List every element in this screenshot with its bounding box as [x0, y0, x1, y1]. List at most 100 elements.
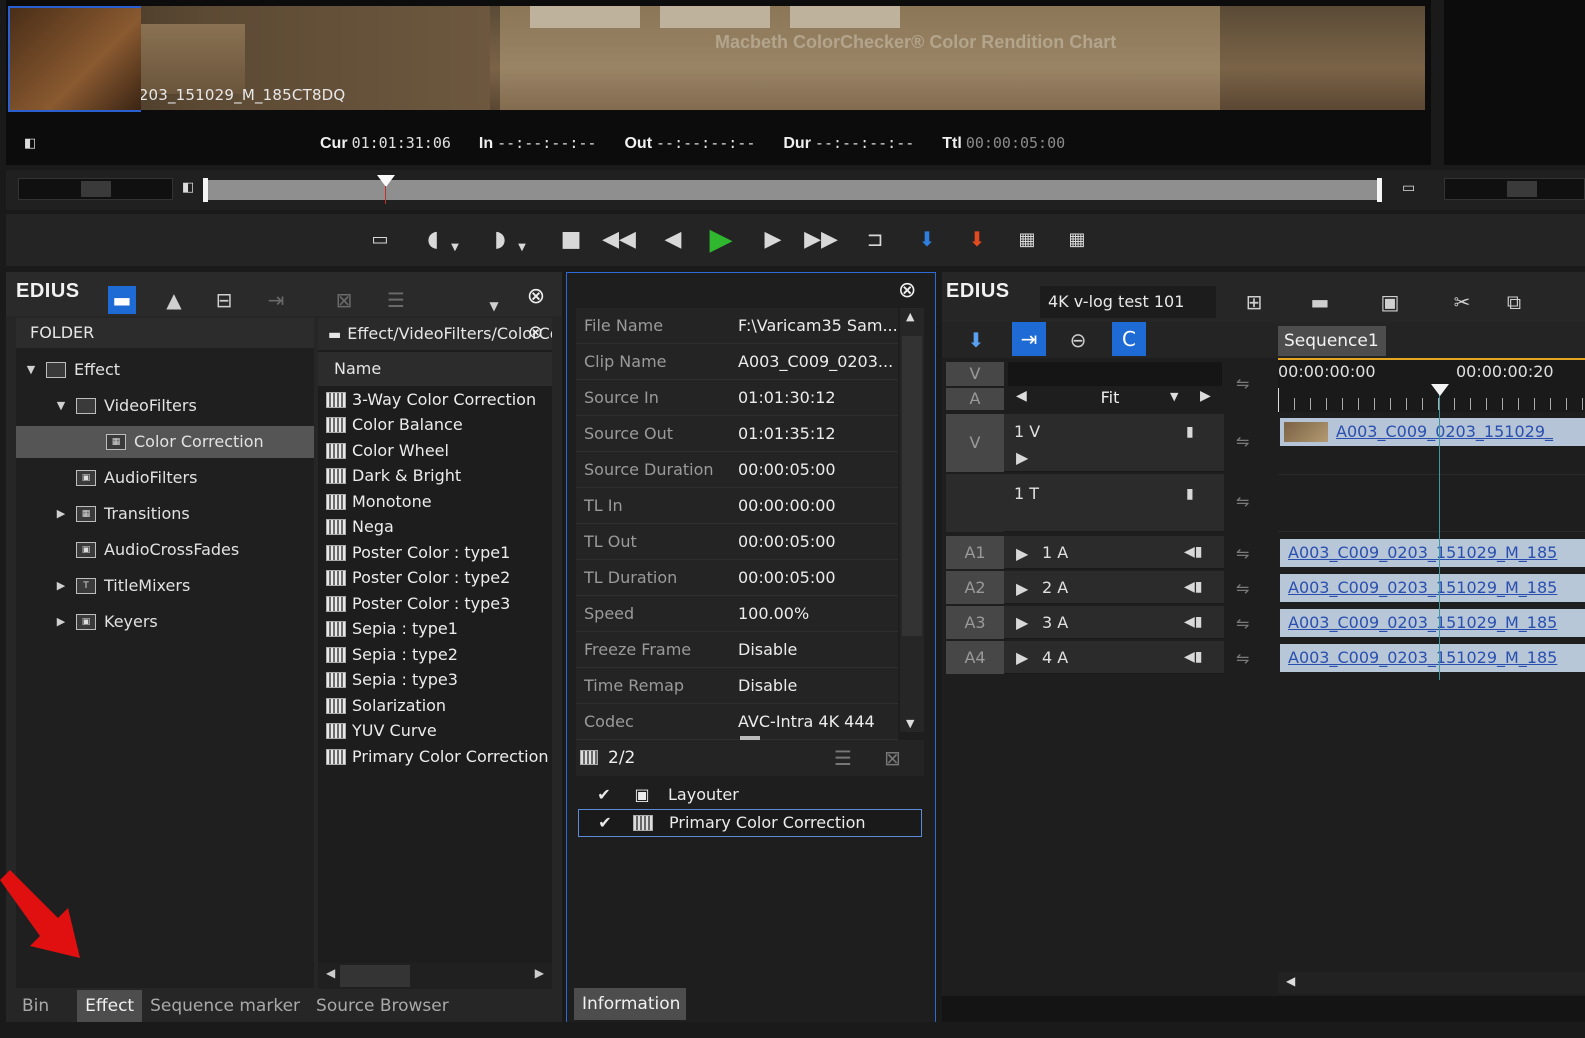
vertical-scrollbar[interactable]: ▲ ▼ — [900, 308, 924, 732]
list-view-icon[interactable]: ☰ — [382, 286, 410, 314]
expand-icon[interactable]: ▶ — [1016, 448, 1028, 467]
zoom-select[interactable]: Fit — [1040, 386, 1180, 410]
effect-item[interactable]: Poster Color : type2 — [326, 565, 510, 590]
speaker-icon[interactable]: ◀▮ — [1184, 579, 1202, 595]
loop-button[interactable]: ⊐ — [860, 224, 890, 254]
effect-item[interactable]: Solarization — [326, 693, 446, 718]
effect-item[interactable]: Poster Color : type1 — [326, 540, 510, 565]
tab-sequence-marker[interactable]: Sequence marker — [142, 990, 308, 1022]
expand-icon[interactable]: ▶ — [1016, 648, 1028, 667]
scroll-down-icon[interactable]: ▼ — [906, 717, 914, 730]
close-icon[interactable]: ⊗ — [898, 278, 916, 303]
tab-effect[interactable]: Effect — [77, 990, 143, 1022]
add-clip-icon[interactable]: ▦ — [1062, 224, 1092, 254]
tab-sequence1[interactable]: Sequence1 — [1278, 326, 1386, 356]
chevron-down-icon[interactable]: ▼ — [480, 292, 508, 320]
insert-mode-icon[interactable]: ⬇ — [962, 326, 990, 354]
effect-item[interactable]: Sepia : type2 — [326, 642, 458, 667]
effect-item[interactable]: Monotone — [326, 489, 432, 514]
expand-icon[interactable]: ▶ — [1016, 579, 1028, 598]
filter-item-layouter[interactable]: ✔ ▣ Layouter — [578, 781, 922, 809]
filter-item-primary-color-correction[interactable]: ✔ Primary Color Correction — [578, 809, 922, 837]
expand-icon[interactable]: ▶ — [1016, 544, 1028, 563]
add-effect-icon[interactable]: ⇥ — [262, 286, 290, 314]
tree-item-audiocrossfades[interactable]: ▣ AudioCrossFades — [54, 536, 314, 564]
tab-bin[interactable]: Bin — [14, 990, 57, 1022]
audio-clip[interactable]: A003_C009_0203_151029_M_185 — [1280, 609, 1585, 637]
scroll-thumb[interactable] — [340, 965, 410, 987]
cut-icon[interactable]: ✂ — [1448, 288, 1476, 316]
effect-item[interactable]: Color Balance — [326, 412, 463, 437]
mode-icon[interactable]: ⊞ — [1240, 288, 1268, 316]
column-header-name[interactable]: Name — [318, 352, 552, 386]
folder-icon[interactable]: ▬ — [108, 286, 136, 314]
list-view-icon[interactable]: ☰ — [834, 740, 852, 776]
chevron-down-icon[interactable]: ▼ — [440, 232, 470, 262]
playhead-marker[interactable] — [377, 175, 395, 187]
speaker-icon[interactable]: ◀▮ — [1184, 544, 1202, 560]
effect-item[interactable]: Sepia : type1 — [326, 616, 458, 641]
close-icon[interactable]: ⊗ — [522, 282, 550, 310]
sync-icon[interactable]: ⇋ — [1236, 579, 1249, 598]
audio-clip[interactable]: A003_C009_0203_151029_M_185 — [1280, 574, 1585, 602]
tree-item-effect[interactable]: ▼ Effect — [24, 356, 314, 384]
scroll-up-icon[interactable]: ▲ — [906, 310, 914, 323]
sync-icon[interactable]: ⇋ — [1236, 649, 1249, 668]
effect-item[interactable]: Sepia : type3 — [326, 667, 458, 692]
stop-button[interactable]: ■ — [556, 224, 586, 254]
sync-icon[interactable]: ⇋ — [1236, 374, 1249, 393]
ripple-mode-icon[interactable]: ⇥ — [1012, 322, 1046, 356]
tree-item-transitions[interactable]: ▶ ▦ Transitions — [54, 500, 314, 528]
effect-item[interactable]: YUV Curve — [326, 718, 437, 743]
tree-item-titlemixers[interactable]: ▶ T TitleMixers — [54, 572, 314, 600]
track-patch[interactable]: A3 — [946, 606, 1004, 639]
scroll-right-icon[interactable]: ▶ — [535, 966, 544, 980]
add-clip-icon[interactable]: ▦ — [1012, 224, 1042, 254]
scroll-thumb[interactable] — [902, 336, 922, 636]
film-icon[interactable]: ◧ — [24, 136, 46, 152]
tree-item-audiofilters[interactable]: ▣ AudioFilters — [54, 464, 314, 492]
timeline-cursor-head[interactable] — [1431, 384, 1449, 396]
check-icon[interactable]: ✔ — [595, 809, 615, 837]
video-clip[interactable]: A003_C009_0203_151029_ — [1280, 418, 1585, 446]
insert-to-timeline-button[interactable]: ⬇ — [912, 224, 942, 254]
audio-patch-tag[interactable]: A — [946, 388, 1004, 410]
show-clip-icon[interactable]: ▭ — [365, 224, 395, 254]
track-patch[interactable] — [946, 474, 1004, 532]
track-patch[interactable]: A1 — [946, 536, 1004, 569]
overwrite-to-timeline-button[interactable]: ⬇ — [962, 224, 992, 254]
track-patch[interactable]: A2 — [946, 571, 1004, 604]
sync-icon[interactable]: ⇋ — [1236, 614, 1249, 633]
sync-icon[interactable]: ⇋ — [1236, 544, 1249, 563]
sync-icon[interactable]: ⇋ — [1236, 492, 1249, 511]
effect-item[interactable]: Poster Color : type3 — [326, 591, 510, 616]
check-icon[interactable]: ✔ — [594, 781, 614, 809]
shuttle-slider[interactable] — [18, 178, 173, 200]
tree-item-keyers[interactable]: ▶ ▣ Keyers — [54, 608, 314, 636]
timeline-scrollbar[interactable]: ◀ — [1278, 972, 1585, 994]
video-mute-icon[interactable]: ▮ — [1186, 424, 1194, 440]
horizontal-scrollbar[interactable]: ◀ ▶ — [318, 963, 552, 989]
effect-item[interactable]: Primary Color Correction — [326, 744, 549, 769]
fast-forward-button[interactable]: ▶▶ — [804, 224, 838, 254]
tree-item-color-correction[interactable]: ▦ Color Correction — [16, 426, 314, 458]
audio-clip[interactable]: A003_C009_0203_151029_M_185 — [1280, 644, 1585, 672]
zoom-left-icon[interactable]: ◀ — [1016, 388, 1027, 404]
speaker-icon[interactable]: ◀▮ — [1184, 614, 1202, 630]
video-patch-tag[interactable]: V — [946, 362, 1004, 386]
chevron-down-icon[interactable]: ▼ — [1170, 390, 1178, 403]
sync-icon[interactable]: ⇋ — [1236, 432, 1249, 451]
save-icon[interactable]: ▣ — [1376, 288, 1404, 316]
timeline-cursor[interactable] — [1439, 390, 1440, 680]
rewind-button[interactable]: ◀◀ — [602, 224, 636, 254]
folder-view-icon[interactable]: ⊟ — [210, 286, 238, 314]
effect-item[interactable]: Nega — [326, 514, 394, 539]
speaker-icon[interactable]: ◀▮ — [1184, 649, 1202, 665]
effect-item[interactable]: 3-Way Color Correction — [326, 387, 536, 412]
play-button[interactable]: ▶ — [706, 222, 736, 257]
tab-information[interactable]: Information — [574, 988, 686, 1020]
up-icon[interactable]: ▲ — [160, 286, 188, 314]
zoom-right-icon[interactable]: ▶ — [1200, 388, 1211, 404]
scroll-left-icon[interactable]: ◀ — [326, 966, 335, 980]
tab-source-browser[interactable]: Source Browser — [308, 990, 457, 1022]
